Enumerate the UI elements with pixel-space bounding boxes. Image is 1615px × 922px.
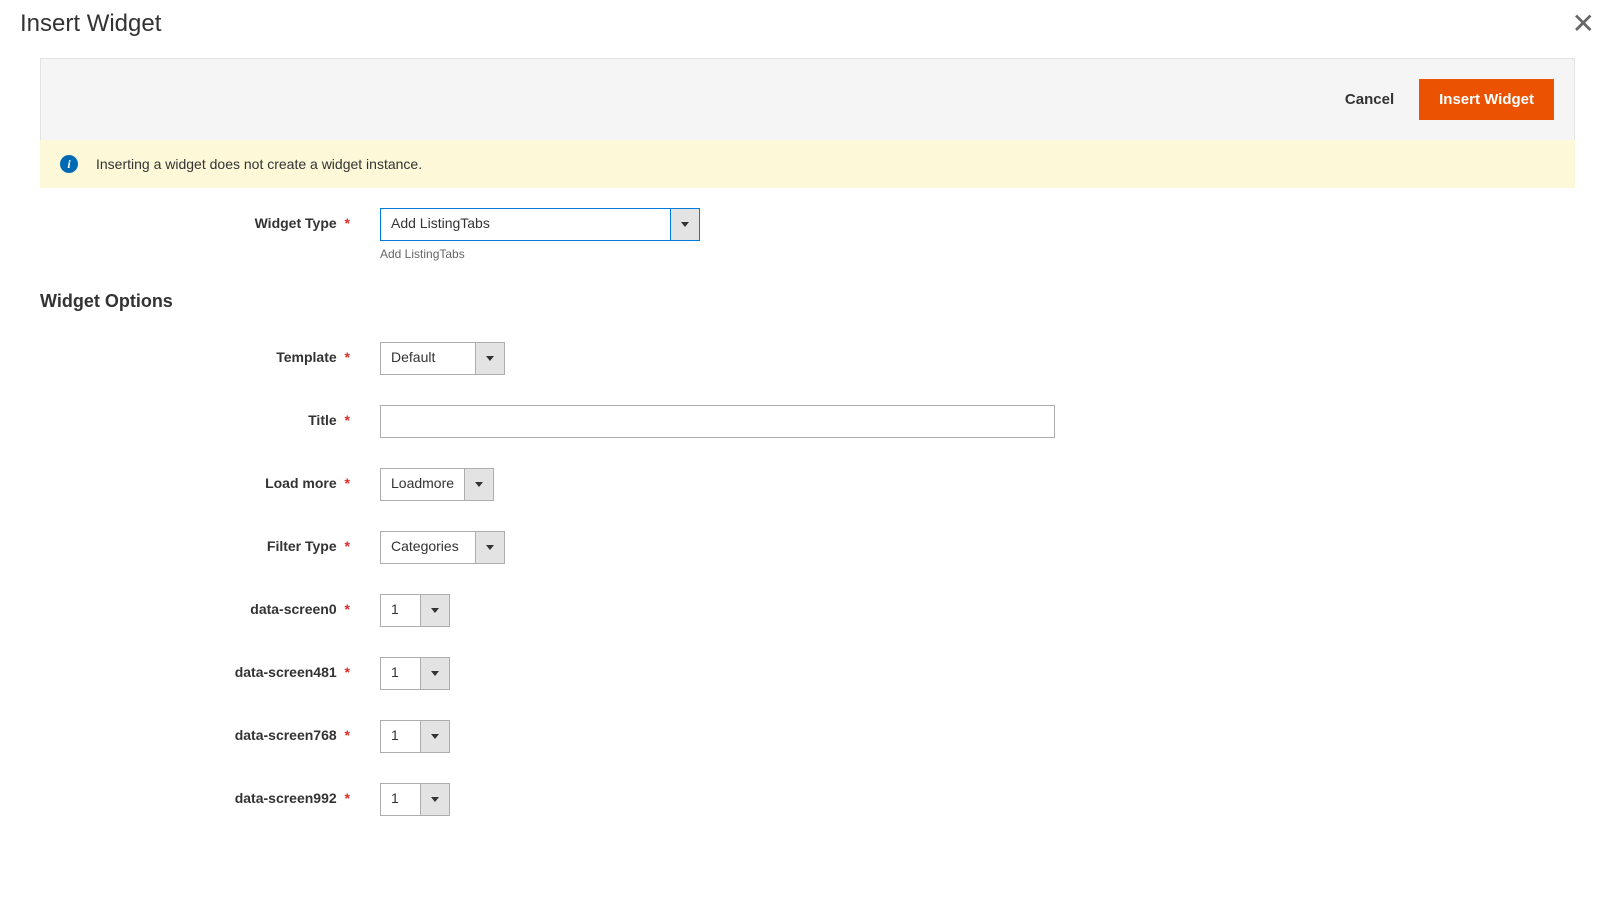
chevron-down-icon <box>475 342 505 375</box>
insert-widget-button[interactable]: Insert Widget <box>1419 79 1554 120</box>
required-indicator: * <box>345 475 350 491</box>
info-banner: i Inserting a widget does not create a w… <box>40 140 1575 188</box>
field-widget-type: Widget Type * Add ListingTabs Add Listin… <box>40 208 1575 261</box>
required-indicator: * <box>345 601 350 617</box>
data-screen768-label: data-screen768 * <box>40 720 380 743</box>
info-banner-text: Inserting a widget does not create a wid… <box>96 156 422 172</box>
field-data-screen0: data-screen0 * 1 <box>40 594 1575 627</box>
field-load-more: Load more * Loadmore <box>40 468 1575 501</box>
required-indicator: * <box>345 412 350 428</box>
filter-type-select[interactable]: Categories <box>380 531 505 564</box>
chevron-down-icon <box>464 468 494 501</box>
chevron-down-icon <box>670 208 700 241</box>
template-select[interactable]: Default <box>380 342 505 375</box>
chevron-down-icon <box>420 594 450 627</box>
required-indicator: * <box>345 215 350 231</box>
title-label: Title * <box>40 405 380 428</box>
title-input[interactable] <box>380 405 1055 438</box>
load-more-select[interactable]: Loadmore <box>380 468 494 501</box>
required-indicator: * <box>345 349 350 365</box>
data-screen481-label: data-screen481 * <box>40 657 380 680</box>
widget-options-title: Widget Options <box>40 291 1575 312</box>
field-data-screen481: data-screen481 * 1 <box>40 657 1575 690</box>
chevron-down-icon <box>420 783 450 816</box>
close-icon[interactable]: ✕ <box>1572 10 1595 38</box>
field-title: Title * <box>40 405 1575 438</box>
field-filter-type: Filter Type * Categories <box>40 531 1575 564</box>
data-screen992-label: data-screen992 * <box>40 783 380 806</box>
data-screen481-select[interactable]: 1 <box>380 657 450 690</box>
cancel-button[interactable]: Cancel <box>1345 91 1394 108</box>
required-indicator: * <box>345 664 350 680</box>
required-indicator: * <box>345 727 350 743</box>
field-data-screen992: data-screen992 * 1 <box>40 783 1575 816</box>
form-section: Widget Type * Add ListingTabs Add Listin… <box>0 188 1615 836</box>
info-icon: i <box>60 155 78 173</box>
data-screen768-select[interactable]: 1 <box>380 720 450 753</box>
modal-title: Insert Widget <box>20 10 161 38</box>
modal-header: Insert Widget ✕ <box>0 0 1615 58</box>
chevron-down-icon <box>420 657 450 690</box>
widget-type-label: Widget Type * <box>40 208 380 231</box>
widget-type-helper: Add ListingTabs <box>380 247 1575 261</box>
required-indicator: * <box>345 790 350 806</box>
field-data-screen768: data-screen768 * 1 <box>40 720 1575 753</box>
load-more-label: Load more * <box>40 468 380 491</box>
required-indicator: * <box>345 538 350 554</box>
data-screen992-select[interactable]: 1 <box>380 783 450 816</box>
data-screen0-label: data-screen0 * <box>40 594 380 617</box>
data-screen0-select[interactable]: 1 <box>380 594 450 627</box>
toolbar: Cancel Insert Widget <box>40 58 1575 140</box>
template-label: Template * <box>40 342 380 365</box>
chevron-down-icon <box>420 720 450 753</box>
chevron-down-icon <box>475 531 505 564</box>
field-template: Template * Default <box>40 342 1575 375</box>
widget-type-select[interactable]: Add ListingTabs <box>380 208 700 241</box>
filter-type-label: Filter Type * <box>40 531 380 554</box>
